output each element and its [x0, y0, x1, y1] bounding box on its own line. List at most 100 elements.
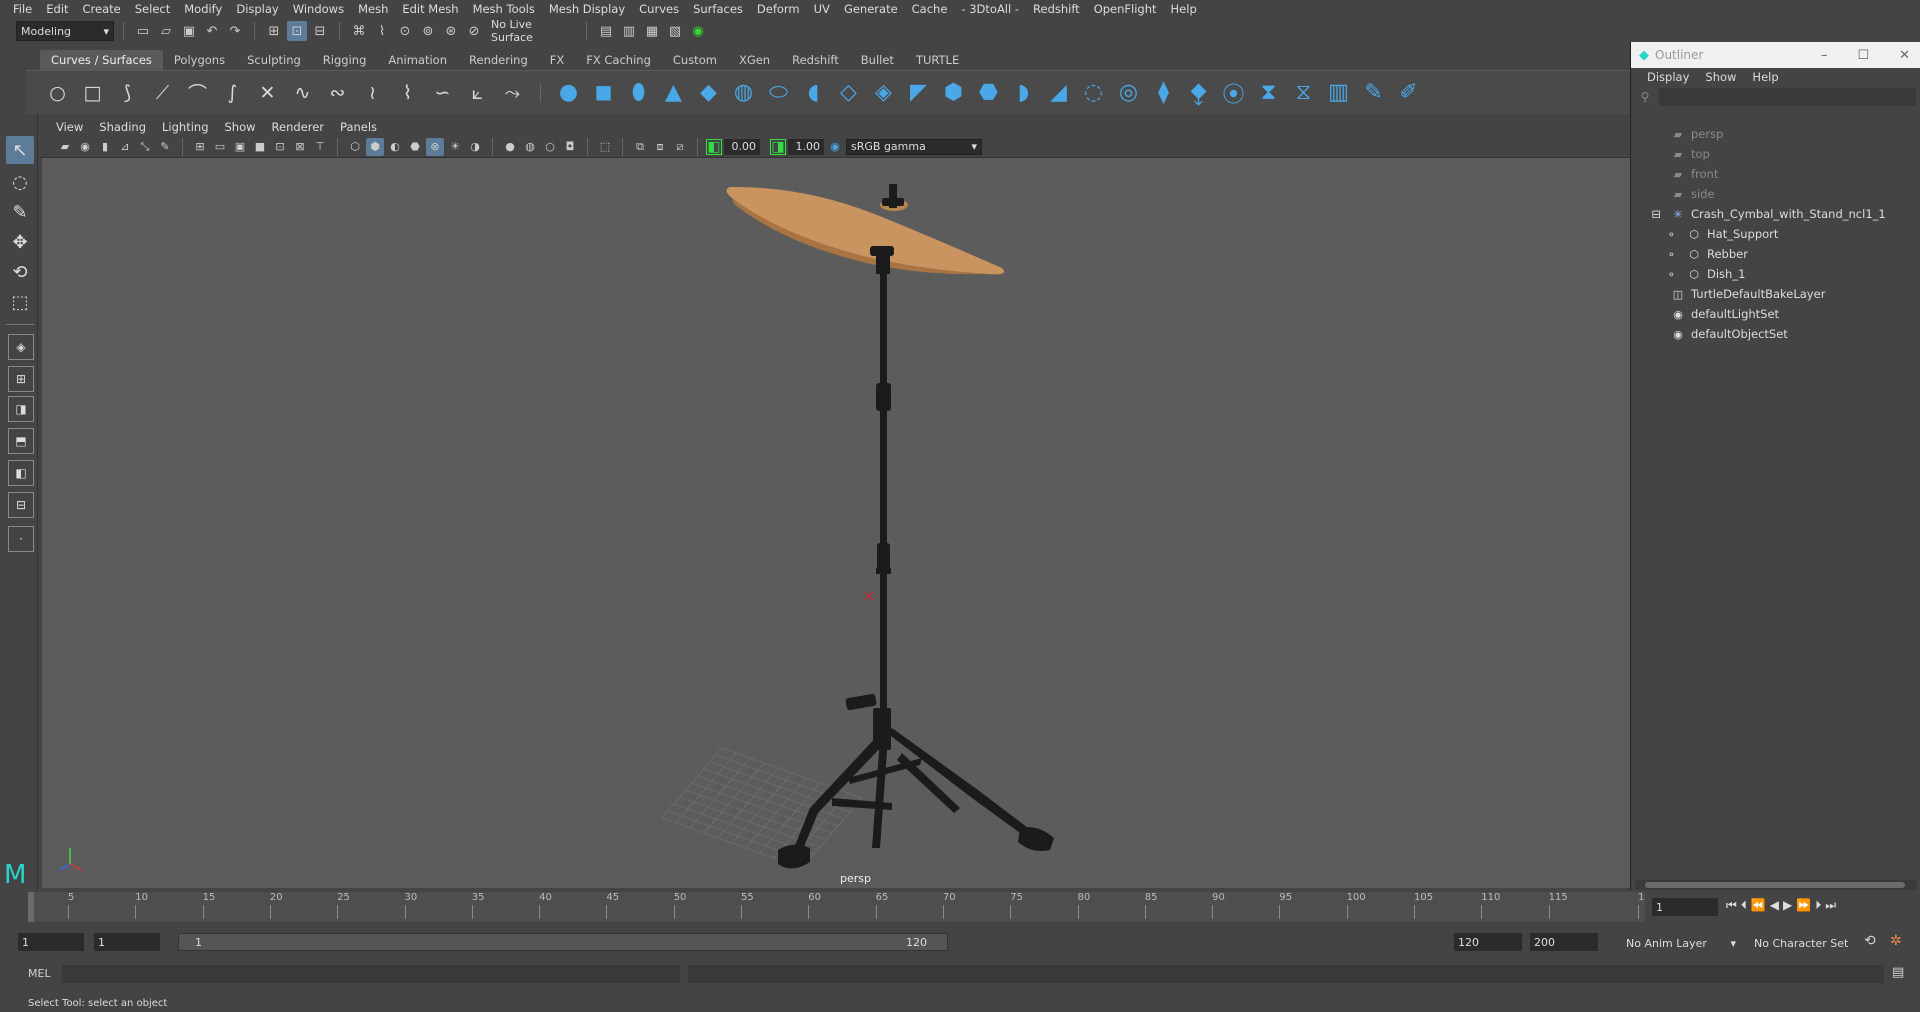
- motion-blur-icon[interactable]: ◍: [521, 138, 539, 156]
- shelf-tab-curves-surfaces[interactable]: Curves / Surfaces: [40, 50, 163, 70]
- square-surface-icon[interactable]: ⬣: [975, 79, 1002, 106]
- ep-curve-icon[interactable]: ⟋: [149, 79, 176, 106]
- project-curve-icon[interactable]: ◌: [1080, 79, 1107, 106]
- open-scene-icon[interactable]: ▱: [156, 21, 176, 41]
- minimize-icon[interactable]: –: [1821, 48, 1828, 63]
- viewport-persp[interactable]: persp: [42, 158, 1630, 888]
- boundary-icon[interactable]: ⬢: [940, 79, 967, 106]
- nurbs-cube-icon[interactable]: ◼: [590, 79, 617, 106]
- render-view-icon[interactable]: ▤: [596, 21, 616, 41]
- shelf-tab-bullet[interactable]: Bullet: [850, 50, 905, 70]
- shelf-tab-redshift[interactable]: Redshift: [781, 50, 850, 70]
- screen-space-ao-icon[interactable]: ●: [501, 138, 519, 156]
- panel-menu-shading[interactable]: Shading: [91, 120, 154, 134]
- shelf-tab-rendering[interactable]: Rendering: [458, 50, 539, 70]
- hypershade-icon[interactable]: ◉: [688, 21, 708, 41]
- menu-mesh-tools[interactable]: Mesh Tools: [466, 2, 542, 16]
- grease-pencil-icon[interactable]: ✎: [156, 138, 174, 156]
- open-close-icon[interactable]: ⧖: [1290, 79, 1317, 106]
- persp-outliner-layout-icon[interactable]: ◧: [8, 460, 34, 486]
- redo-icon[interactable]: ↷: [225, 21, 245, 41]
- lasso-tool-icon[interactable]: ◌: [6, 168, 34, 196]
- step-forward-icon[interactable]: ⏵: [1815, 898, 1821, 913]
- film-gate-icon[interactable]: ▭: [211, 138, 229, 156]
- outliner-menu-help[interactable]: Help: [1744, 70, 1786, 84]
- use-lights-icon[interactable]: ☀: [446, 138, 464, 156]
- xray-icon[interactable]: ⧉: [631, 138, 649, 156]
- menu-create[interactable]: Create: [76, 2, 128, 16]
- smooth-shade-icon[interactable]: ⬢: [366, 137, 384, 156]
- menu-cache[interactable]: Cache: [905, 2, 955, 16]
- menu-select[interactable]: Select: [128, 2, 177, 16]
- cv-curve-icon[interactable]: ⟆: [114, 79, 141, 106]
- revolve-icon[interactable]: ⬭: [765, 79, 792, 106]
- step-back-icon[interactable]: ⏴: [1741, 898, 1747, 913]
- animation-start-field[interactable]: 1: [18, 933, 84, 951]
- panel-menu-view[interactable]: View: [48, 120, 91, 134]
- safe-title-icon[interactable]: ⊤: [311, 138, 329, 156]
- render-settings-icon[interactable]: ▧: [665, 21, 685, 41]
- mode-selector[interactable]: Modeling ▾: [16, 21, 114, 41]
- shelf-tab-turtle[interactable]: TURTLE: [905, 50, 970, 70]
- gamma-field[interactable]: 1.00: [788, 138, 824, 155]
- loft-icon[interactable]: ◖: [800, 79, 827, 106]
- rotate-tool-icon[interactable]: ⟲: [6, 258, 34, 286]
- anim-prefs-icon[interactable]: ✲: [1890, 933, 1902, 949]
- snap-grid-icon[interactable]: ⌘: [349, 21, 369, 41]
- menu-help[interactable]: Help: [1164, 2, 1204, 16]
- shelf-tab-fx[interactable]: FX: [539, 50, 576, 70]
- play-forward-icon[interactable]: ▶: [1783, 898, 1792, 913]
- arc-tool-icon[interactable]: ✕: [254, 79, 281, 106]
- outliner-menu-display[interactable]: Display: [1639, 70, 1697, 84]
- safe-action-icon[interactable]: ⊠: [291, 138, 309, 156]
- detach-curves-icon[interactable]: ∾: [324, 79, 351, 106]
- more-layouts-icon[interactable]: ·: [8, 526, 34, 552]
- menu-display[interactable]: Display: [229, 2, 285, 16]
- bookmark-icon[interactable]: ▮: [96, 138, 114, 156]
- grid-icon[interactable]: ⊞: [191, 138, 209, 156]
- fillet-curve-icon[interactable]: ⟀: [464, 79, 491, 106]
- wireframe-icon[interactable]: ⬡: [346, 138, 364, 156]
- playback-end-field[interactable]: 120: [1454, 933, 1522, 951]
- current-frame-marker[interactable]: [28, 892, 34, 922]
- nurbs-cone-icon[interactable]: ▲: [660, 79, 687, 106]
- menu-generate[interactable]: Generate: [837, 2, 905, 16]
- snap-point-icon[interactable]: ⊙: [395, 21, 415, 41]
- field-chart-icon[interactable]: ⊡: [271, 138, 289, 156]
- outliner-search-input[interactable]: [1659, 88, 1916, 106]
- outliner-item[interactable]: ⊟ ✳ Crash_Cymbal_with_Stand_ncl1_1: [1631, 204, 1920, 224]
- detach-surface-icon[interactable]: ⧗: [1255, 79, 1282, 106]
- surface-edit-icon[interactable]: ✐: [1395, 79, 1422, 106]
- outliner-item[interactable]: ∘ ⬡ Rebber: [1631, 244, 1920, 264]
- outliner-item[interactable]: ▰ top: [1631, 144, 1920, 164]
- cymbal-dish[interactable]: [726, 186, 1005, 275]
- planar-icon[interactable]: ◇: [835, 79, 862, 106]
- play-back-icon[interactable]: ◀: [1770, 898, 1779, 913]
- sculpt-icon[interactable]: ✎: [1360, 79, 1387, 106]
- trim-tool-icon[interactable]: ⧫: [1150, 79, 1177, 106]
- select-hierarchy-icon[interactable]: ⊞: [264, 21, 284, 41]
- render-frame-icon[interactable]: ▥: [619, 21, 639, 41]
- menu-windows[interactable]: Windows: [286, 2, 351, 16]
- isolate-select-icon[interactable]: ⬚: [596, 138, 614, 156]
- 2d-pan-zoom-icon[interactable]: ⤡: [136, 138, 154, 156]
- menu-mesh[interactable]: Mesh: [351, 2, 395, 16]
- scale-tool-icon[interactable]: ⬚: [6, 288, 34, 316]
- select-tool-icon[interactable]: ↖: [6, 136, 34, 164]
- outliner-item[interactable]: ▰ front: [1631, 164, 1920, 184]
- nurbs-square-icon[interactable]: □: [79, 79, 106, 106]
- playback-start-field[interactable]: 1: [94, 933, 160, 951]
- outliner-menu-show[interactable]: Show: [1697, 70, 1744, 84]
- outliner-item[interactable]: ◫ TurtleDefaultBakeLayer: [1631, 284, 1920, 304]
- exposure-field[interactable]: 0.00: [724, 138, 760, 155]
- nurbs-cylinder-icon[interactable]: ⬮: [625, 79, 652, 106]
- bevel-plus-icon[interactable]: ◢: [1045, 79, 1072, 106]
- filter-icon[interactable]: ⚲: [1631, 90, 1659, 104]
- collapse-icon[interactable]: ⊟: [1651, 207, 1661, 221]
- camera-icon[interactable]: ▰: [56, 138, 74, 156]
- menu-deform[interactable]: Deform: [750, 2, 807, 16]
- exposure-icon[interactable]: ◧: [706, 138, 722, 155]
- outliner-item[interactable]: ∘ ⬡ Hat_Support: [1631, 224, 1920, 244]
- shadows-icon[interactable]: ◑: [466, 138, 484, 156]
- offset-curve-icon[interactable]: ⌇: [394, 79, 421, 106]
